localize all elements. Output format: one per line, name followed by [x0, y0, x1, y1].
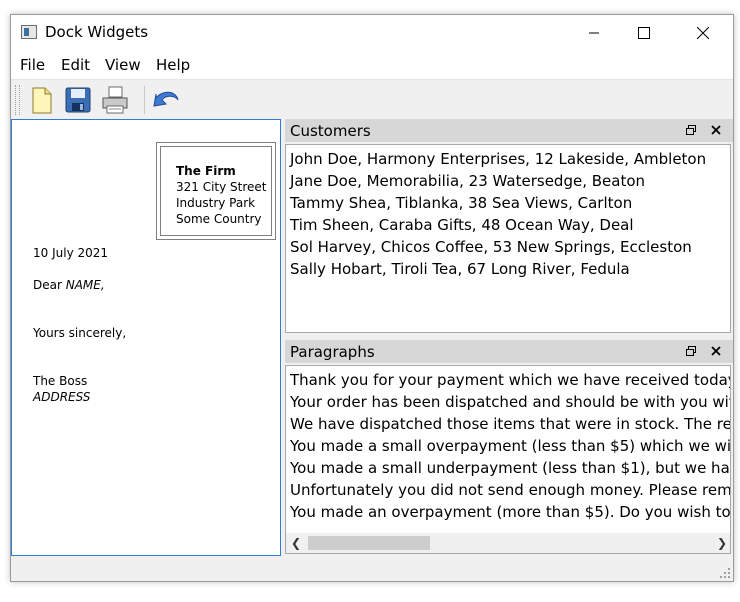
- float-icon[interactable]: [685, 124, 697, 136]
- print-icon: [102, 86, 128, 114]
- horizontal-scrollbar[interactable]: ❮ ❯: [286, 533, 730, 553]
- save-icon: [65, 87, 91, 113]
- greeting-name: NAME,: [65, 278, 105, 292]
- letter-signer: The Boss: [33, 374, 88, 388]
- letter-text-edit[interactable]: The Firm 321 City Street Industry Park S…: [11, 119, 281, 556]
- letter-date: 10 July 2021: [33, 246, 109, 260]
- paragraphs-dock-title: Paragraphs: [290, 343, 375, 361]
- resize-grip-icon[interactable]: [719, 567, 731, 579]
- save-button[interactable]: [62, 84, 94, 116]
- firm-street: 321 City Street: [176, 180, 267, 194]
- paragraphs-dock-title-bar[interactable]: Paragraphs: [285, 340, 733, 363]
- undo-icon: [153, 91, 179, 107]
- customers-list[interactable]: John Doe, Harmony Enterprises, 12 Lakesi…: [285, 144, 731, 333]
- toolbar: [11, 79, 733, 120]
- list-item[interactable]: You made a small underpayment (less than…: [286, 457, 730, 479]
- minimize-button[interactable]: [571, 15, 617, 51]
- window-close-button[interactable]: [680, 15, 726, 51]
- greeting-prefix: Dear: [33, 278, 62, 292]
- list-item[interactable]: Thank you for your payment which we have…: [286, 369, 730, 391]
- list-item[interactable]: Tammy Shea, Tiblanka, 38 Sea Views, Carl…: [286, 192, 730, 214]
- float-icon[interactable]: [685, 345, 697, 357]
- app-window-icon: [21, 25, 37, 39]
- list-item[interactable]: You made a small overpayment (less than …: [286, 435, 730, 457]
- customers-dock: Customers John Doe, Harmony Enterprises,…: [285, 119, 733, 335]
- paragraphs-list[interactable]: Thank you for your payment which we have…: [285, 365, 731, 554]
- firm-name: The Firm: [176, 164, 236, 178]
- firm-park: Industry Park: [176, 196, 256, 210]
- list-item[interactable]: John Doe, Harmony Enterprises, 12 Lakesi…: [286, 148, 730, 170]
- main-window: Dock Widgets File Edit View Help The Fir…: [10, 14, 734, 582]
- list-item[interactable]: Sol Harvey, Chicos Coffee, 53 New Spring…: [286, 236, 730, 258]
- customers-dock-title: Customers: [290, 122, 371, 140]
- letter-closing: Yours sincerely,: [33, 326, 127, 340]
- customers-dock-title-bar[interactable]: Customers: [285, 119, 733, 142]
- minimize-icon: [589, 32, 599, 34]
- toolbar-grip[interactable]: [15, 85, 20, 115]
- firm-address-inner: The Firm 321 City Street Industry Park S…: [160, 146, 272, 236]
- maximize-button[interactable]: [621, 15, 667, 51]
- close-icon[interactable]: [710, 345, 722, 357]
- window-title: Dock Widgets: [45, 23, 149, 41]
- undo-button[interactable]: [150, 84, 182, 116]
- new-document-icon: [32, 87, 52, 114]
- toolbar-separator: [144, 86, 145, 114]
- close-icon[interactable]: [710, 124, 722, 136]
- menu-bar: File Edit View Help: [11, 51, 733, 79]
- list-item[interactable]: Jane Doe, Memorabilia, 23 Watersedge, Be…: [286, 170, 730, 192]
- list-item[interactable]: You made an overpayment (more than $5). …: [286, 501, 730, 523]
- list-item[interactable]: Sally Hobart, Tiroli Tea, 67 Long River,…: [286, 258, 730, 280]
- close-icon: [697, 27, 709, 39]
- status-bar: [11, 559, 733, 581]
- firm-country: Some Country: [176, 212, 262, 226]
- list-item[interactable]: Unfortunately you did not send enough mo…: [286, 479, 730, 501]
- print-button[interactable]: [99, 84, 131, 116]
- scroll-left-icon[interactable]: ❮: [286, 533, 306, 553]
- scrollbar-thumb[interactable]: [308, 536, 430, 550]
- list-item[interactable]: Tim Sheen, Caraba Gifts, 48 Ocean Way, D…: [286, 214, 730, 236]
- menu-view[interactable]: View: [105, 56, 141, 74]
- title-bar[interactable]: Dock Widgets: [11, 15, 733, 51]
- letter-greeting: Dear NAME,: [33, 278, 105, 292]
- scroll-right-icon[interactable]: ❯: [712, 533, 730, 553]
- paragraphs-dock: Paragraphs Thank you for your payment wh…: [285, 340, 733, 556]
- list-item[interactable]: We have dispatched those items that were…: [286, 413, 730, 435]
- list-item[interactable]: Your order has been dispatched and shoul…: [286, 391, 730, 413]
- letter-address-placeholder: ADDRESS: [33, 390, 91, 404]
- menu-file[interactable]: File: [20, 56, 45, 74]
- maximize-icon: [638, 27, 650, 39]
- firm-address-frame: The Firm 321 City Street Industry Park S…: [156, 142, 276, 240]
- menu-edit[interactable]: Edit: [61, 56, 90, 74]
- menu-help[interactable]: Help: [156, 56, 190, 74]
- new-letter-button[interactable]: [25, 84, 57, 116]
